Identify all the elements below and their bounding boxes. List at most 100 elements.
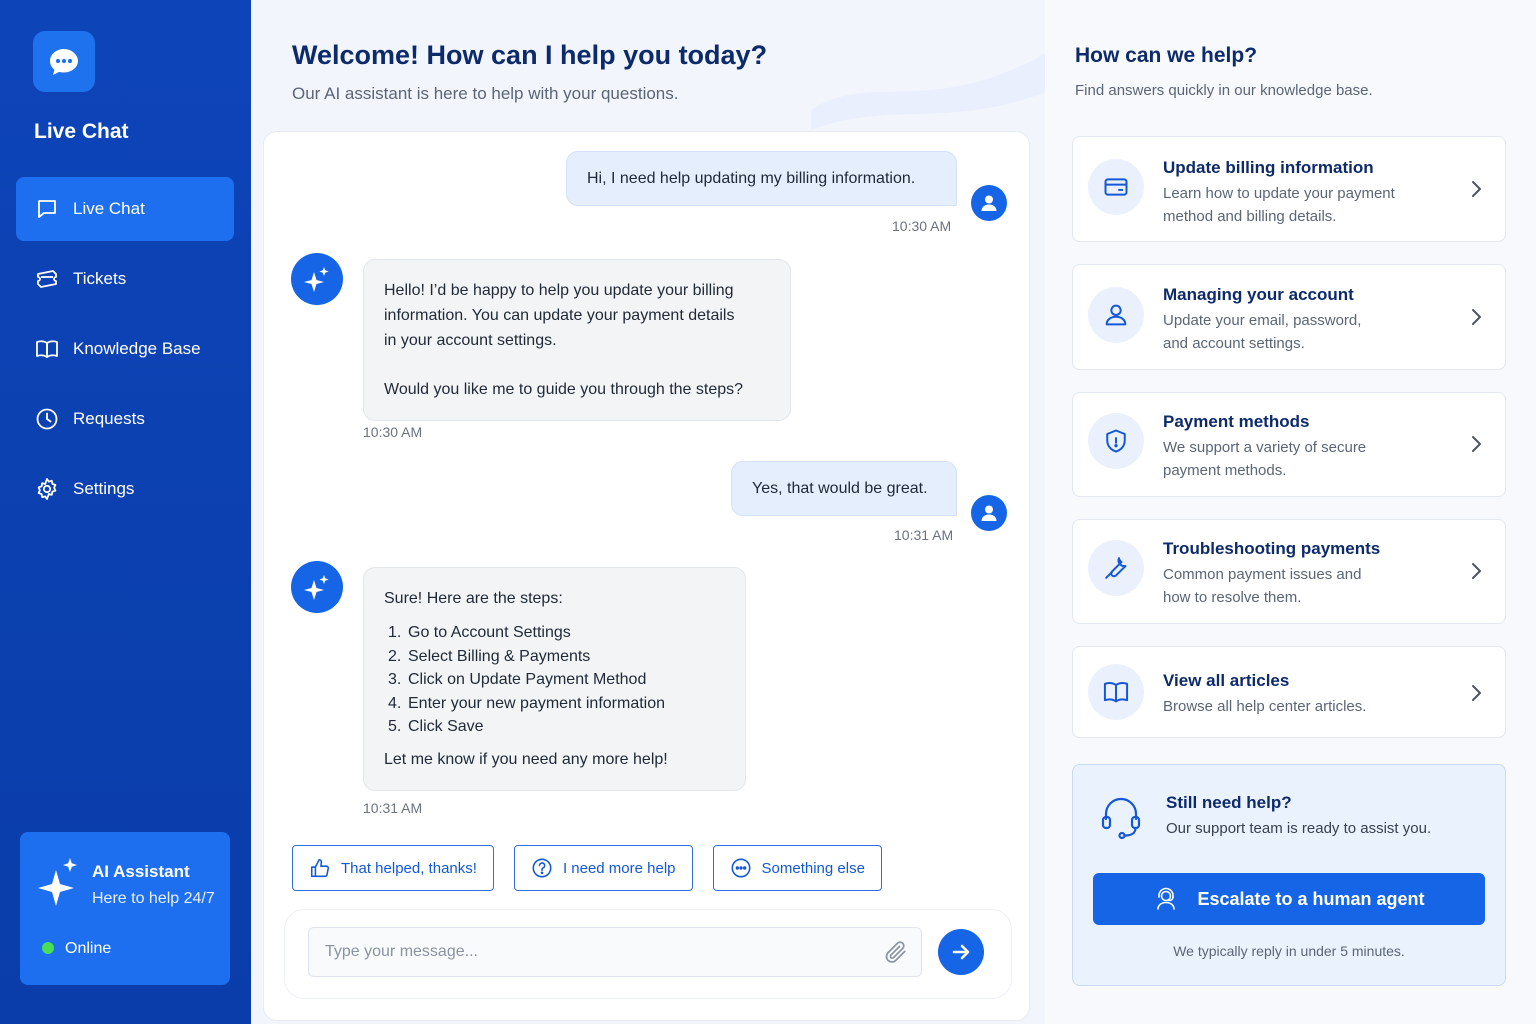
topic-managing-account[interactable]: Managing your account Update your email,… bbox=[1072, 264, 1506, 370]
topic-description: We support a variety of secure payment me… bbox=[1163, 439, 1367, 479]
support-agent-icon bbox=[1153, 886, 1179, 912]
sidebar-item-live-chat[interactable]: Live Chat bbox=[16, 177, 234, 241]
sidebar-item-label: Live Chat bbox=[73, 199, 145, 218]
message-line: information. You can update your payment… bbox=[384, 307, 735, 324]
gear-icon bbox=[34, 476, 60, 502]
message-timestamp: 10:30 AM bbox=[892, 218, 952, 234]
step-item: 5. Click Save bbox=[388, 718, 484, 735]
send-button[interactable] bbox=[938, 929, 984, 975]
online-status-text: Online bbox=[65, 940, 112, 957]
topic-description: Learn how to update your payment method a… bbox=[1163, 185, 1395, 225]
quick-reply-label: I need more help bbox=[562, 859, 676, 877]
thumbs-up-icon bbox=[309, 857, 331, 879]
paperclip-icon[interactable] bbox=[883, 939, 909, 970]
sidebar-item-label: Requests bbox=[73, 409, 145, 428]
ai-assistant-subtitle: Here to help 24/7 bbox=[92, 890, 215, 907]
arrow-right-icon bbox=[952, 944, 970, 960]
quick-reply-helped[interactable]: That helped, thanks! bbox=[292, 845, 494, 891]
sidebar-nav: Live Chat Tickets Knowledge Base Request… bbox=[16, 177, 234, 527]
quick-reply-something-else[interactable]: Something else bbox=[712, 845, 882, 891]
clock-icon bbox=[34, 406, 60, 432]
bot-avatar bbox=[291, 253, 343, 305]
user-message-bubble: Hi, I need help updating my billing info… bbox=[566, 151, 957, 206]
topic-description: Update your email, password, and account … bbox=[1163, 312, 1362, 352]
message-line: Sure! Here are the steps: bbox=[384, 590, 563, 607]
ai-assistant-card: AI Assistant Here to help 24/7 Online bbox=[20, 832, 230, 985]
topic-description: Browse all help center articles. bbox=[1163, 698, 1367, 715]
question-circle-icon bbox=[531, 857, 553, 879]
chat-bubble-icon bbox=[34, 196, 60, 222]
page-subtitle: Our AI assistant is here to help with yo… bbox=[292, 84, 679, 103]
decorative-wave bbox=[811, 53, 1045, 130]
bot-message-bubble: Sure! Here are the steps: 1. Go to Accoun… bbox=[363, 567, 746, 791]
step-item: 4. Enter your new payment information bbox=[388, 694, 666, 712]
more-circle-icon bbox=[730, 857, 752, 879]
still-help-title: Still need help? bbox=[1166, 793, 1292, 812]
chevron-right-icon bbox=[1472, 309, 1481, 325]
online-status-dot bbox=[42, 942, 54, 954]
app-title: Live Chat bbox=[34, 120, 129, 143]
message-line: Let me know if you need any more help! bbox=[384, 750, 668, 768]
topic-troubleshooting-payments[interactable]: Troubleshooting payments Common payment … bbox=[1072, 519, 1506, 624]
step-item: 3. Click on Update Payment Method bbox=[388, 671, 647, 688]
topic-view-all-articles[interactable]: View all articles Browse all help center… bbox=[1072, 646, 1506, 738]
sparkle-icon bbox=[304, 267, 329, 292]
help-panel: How can we help? Find answers quickly in… bbox=[1045, 0, 1536, 1024]
sparkle-icon bbox=[38, 858, 77, 906]
user-avatar bbox=[971, 185, 1007, 221]
message-timestamp: 10:31 AM bbox=[363, 800, 423, 816]
chat-main: Welcome! How can I help you today? Our A… bbox=[251, 0, 1045, 1024]
user-message-bubble: Yes, that would be great. bbox=[731, 461, 957, 516]
book-icon bbox=[34, 336, 60, 362]
user-icon bbox=[981, 505, 997, 521]
chat-panel: Hi, I need help updating my billing info… bbox=[263, 131, 1030, 1021]
message-line: Would you like me to guide you through t… bbox=[384, 381, 744, 398]
user-avatar bbox=[971, 495, 1007, 531]
quick-replies: That helped, thanks! I need more help So… bbox=[292, 845, 902, 891]
ticket-icon bbox=[34, 266, 60, 292]
chevron-right-icon bbox=[1472, 181, 1481, 197]
chevron-right-icon bbox=[1472, 436, 1481, 452]
book-open-icon bbox=[1088, 664, 1144, 720]
sidebar-item-knowledge-base[interactable]: Knowledge Base bbox=[16, 317, 234, 381]
bot-avatar bbox=[291, 561, 343, 613]
help-title: How can we help? bbox=[1075, 44, 1258, 67]
still-need-help-card: Still need help? Our support team is rea… bbox=[1072, 764, 1506, 986]
chat-logo-icon bbox=[50, 48, 78, 75]
quick-reply-label: That helped, thanks! bbox=[341, 859, 477, 877]
credit-card-icon bbox=[1088, 159, 1144, 215]
sidebar-item-settings[interactable]: Settings bbox=[16, 457, 234, 521]
message-timestamp: 10:31 AM bbox=[894, 527, 954, 543]
bot-message-bubble: Hello! I’d be happy to help you update y… bbox=[363, 259, 791, 421]
page-title: Welcome! How can I help you today? bbox=[292, 40, 768, 70]
sidebar-item-label: Tickets bbox=[73, 269, 127, 288]
wrench-icon bbox=[1088, 540, 1144, 596]
topic-title: Update billing information bbox=[1163, 158, 1374, 177]
topic-payment-methods[interactable]: Payment methods We support a variety of … bbox=[1072, 392, 1506, 497]
app-logo bbox=[33, 31, 95, 92]
shield-icon bbox=[1088, 413, 1144, 469]
message-line: in your account settings. bbox=[384, 332, 557, 349]
reply-time-note: We typically reply in under 5 minutes. bbox=[1173, 943, 1405, 959]
user-icon bbox=[981, 195, 997, 211]
message-line: Hello! I’d be happy to help you update y… bbox=[384, 282, 734, 299]
escalate-button[interactable]: Escalate to a human agent bbox=[1093, 873, 1485, 925]
sidebar: Live Chat Live Chat Tickets Knowledge Ba… bbox=[0, 0, 251, 1024]
steps-list: 1. Go to Account Settings 2. Select Billin… bbox=[384, 621, 725, 739]
sidebar-item-tickets[interactable]: Tickets bbox=[16, 247, 234, 311]
sidebar-item-label: Settings bbox=[73, 479, 135, 498]
sidebar-item-label: Knowledge Base bbox=[73, 339, 201, 358]
chevron-right-icon bbox=[1472, 563, 1481, 579]
message-composer bbox=[284, 909, 1012, 999]
topic-description: Common payment issues and how to resolve … bbox=[1163, 566, 1362, 606]
topic-update-billing[interactable]: Update billing information Learn how to … bbox=[1072, 136, 1506, 242]
step-item: 2. Select Billing & Payments bbox=[388, 647, 591, 665]
topic-title: Troubleshooting payments bbox=[1163, 539, 1381, 558]
message-text: Yes, that would be great. bbox=[752, 479, 928, 497]
topic-title: View all articles bbox=[1163, 671, 1290, 690]
message-input[interactable] bbox=[308, 927, 922, 977]
chevron-right-icon bbox=[1472, 685, 1481, 701]
still-help-subtitle: Our support team is ready to assist you. bbox=[1166, 820, 1432, 837]
sidebar-item-requests[interactable]: Requests bbox=[16, 387, 234, 451]
quick-reply-more-help[interactable]: I need more help bbox=[513, 845, 693, 891]
